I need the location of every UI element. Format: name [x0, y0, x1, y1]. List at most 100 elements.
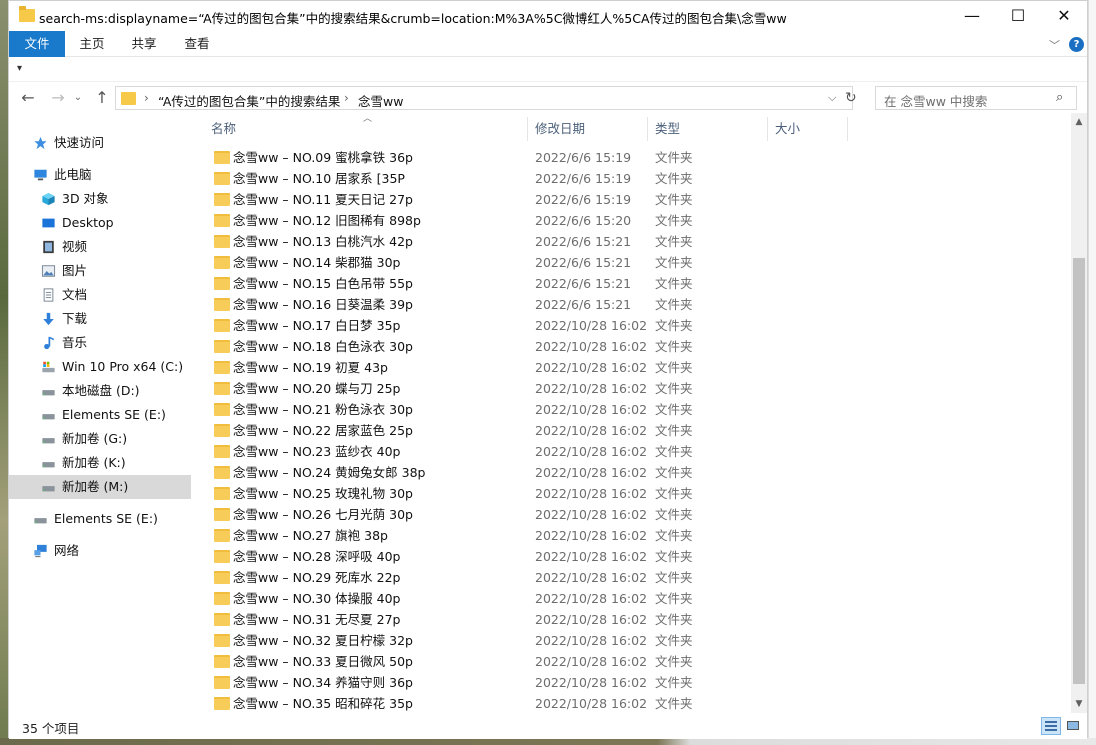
sidebar-item-drive-g[interactable]: 新加卷 (G:)	[9, 427, 191, 451]
file-row[interactable]: 念雪ww – NO.35 昭和碎花 35p 2022/10/28 16:02 文件夹	[201, 693, 1071, 714]
details-view-icon[interactable]	[1041, 717, 1061, 735]
breadcrumb-separator-icon[interactable]: ›	[144, 91, 149, 105]
up-arrow-icon[interactable]: ↑	[91, 87, 113, 109]
file-row[interactable]: 念雪ww – NO.15 白色吊带 55p 2022/6/6 15:21 文件夹	[201, 273, 1071, 294]
sidebar-item-label: Desktop	[62, 215, 114, 230]
file-row[interactable]: 念雪ww – NO.28 深呼吸 40p 2022/10/28 16:02 文件夹	[201, 546, 1071, 567]
file-row[interactable]: 念雪ww – NO.23 蓝纱衣 40p 2022/10/28 16:02 文件夹	[201, 441, 1071, 462]
recent-locations-chevron-icon[interactable]: ⌄	[71, 87, 85, 109]
file-row[interactable]: 念雪ww – NO.34 养猫守则 36p 2022/10/28 16:02 文件夹	[201, 672, 1071, 693]
column-divider[interactable]	[647, 117, 648, 141]
sidebar-item-drive-m[interactable]: 新加卷 (M:)	[9, 475, 191, 499]
file-row[interactable]: 念雪ww – NO.29 死库水 22p 2022/10/28 16:02 文件夹	[201, 567, 1071, 588]
address-bar[interactable]: › “A传过的图包合集”中的搜索结果 › 念雪ww ⌵	[115, 86, 853, 110]
file-name: 念雪ww – NO.15 白色吊带 55p	[233, 276, 413, 291]
file-row[interactable]: 念雪ww – NO.32 夏日柠檬 32p 2022/10/28 16:02 文件夹	[201, 630, 1071, 651]
breadcrumb-search-results[interactable]: “A传过的图包合集”中的搜索结果	[158, 91, 340, 110]
column-header-name[interactable]: 名称	[211, 113, 527, 143]
file-row[interactable]: 念雪ww – NO.11 夏天日记 27p 2022/6/6 15:19 文件夹	[201, 189, 1071, 210]
search-box[interactable]: 在 念雪ww 中搜索 ⌕	[875, 86, 1077, 110]
file-row[interactable]: 念雪ww – NO.25 玫瑰礼物 30p 2022/10/28 16:02 文件夹	[201, 483, 1071, 504]
column-divider[interactable]	[847, 117, 848, 141]
file-row[interactable]: 念雪ww – NO.33 夏日微风 50p 2022/10/28 16:02 文件夹	[201, 651, 1071, 672]
folder-icon	[214, 508, 230, 521]
folder-icon	[214, 235, 230, 248]
help-icon[interactable]: ?	[1069, 37, 1084, 52]
documents-icon	[43, 288, 54, 302]
file-row[interactable]: 念雪ww – NO.16 日葵温柔 39p 2022/6/6 15:21 文件夹	[201, 294, 1071, 315]
vertical-scrollbar[interactable]: ▲ ▼	[1071, 113, 1087, 713]
file-row[interactable]: 念雪ww – NO.18 白色泳衣 30p 2022/10/28 16:02 文件夹	[201, 336, 1071, 357]
sidebar-item-drive-k[interactable]: 新加卷 (K:)	[9, 451, 191, 475]
refresh-icon[interactable]: ↻	[845, 90, 857, 106]
file-row[interactable]: 念雪ww – NO.31 无尽夏 27p 2022/10/28 16:02 文件夹	[201, 609, 1071, 630]
forward-arrow-icon[interactable]: →	[47, 87, 69, 109]
sidebar-item-elements-se[interactable]: Elements SE (E:)	[9, 507, 191, 531]
sidebar-item-drive-e[interactable]: Elements SE (E:)	[9, 403, 191, 427]
sidebar-item-label: 图片	[62, 263, 88, 278]
window-title: search-ms:displayname=“A传过的图包合集”中的搜索结果&c…	[39, 11, 787, 26]
breadcrumb-separator-icon[interactable]: ›	[344, 91, 349, 105]
file-row[interactable]: 念雪ww – NO.24 黄姆兔女郎 38p 2022/10/28 16:02 文件…	[201, 462, 1071, 483]
file-row[interactable]: 念雪ww – NO.30 体操服 40p 2022/10/28 16:02 文件夹	[201, 588, 1071, 609]
sidebar-item-this-pc[interactable]: 此电脑	[9, 163, 191, 187]
sidebar-item-drive-c[interactable]: Win 10 Pro x64 (C:)	[9, 355, 191, 379]
tab-home[interactable]: 主页	[75, 31, 109, 57]
column-header-type[interactable]: 类型	[655, 113, 767, 143]
file-date: 2022/10/28 16:02	[535, 528, 648, 543]
title-bar[interactable]: search-ms:displayname=“A传过的图包合集”中的搜索结果&c…	[9, 1, 1087, 31]
address-dropdown-icon[interactable]: ⌵	[828, 91, 836, 105]
column-header-date[interactable]: 修改日期	[535, 113, 647, 143]
file-row[interactable]: 念雪ww – NO.12 旧图稀有 898p 2022/6/6 15:20 文件夹	[201, 210, 1071, 231]
large-icons-view-icon[interactable]	[1065, 718, 1081, 734]
file-row[interactable]: 念雪ww – NO.09 蜜桃拿铁 36p 2022/6/6 15:19 文件夹	[201, 147, 1071, 168]
file-row[interactable]: 念雪ww – NO.21 粉色泳衣 30p 2022/10/28 16:02 文件夹	[201, 399, 1071, 420]
search-icon[interactable]: ⌕	[1056, 90, 1063, 105]
scroll-up-arrow-icon[interactable]: ▲	[1071, 113, 1087, 131]
file-date: 2022/6/6 15:21	[535, 255, 632, 270]
close-button[interactable]: ✕	[1041, 1, 1087, 31]
sidebar-item-quick-access[interactable]: 快速访问	[9, 131, 191, 155]
file-row[interactable]: 念雪ww – NO.26 七月光荫 30p 2022/10/28 16:02 文件夹	[201, 504, 1071, 525]
file-row[interactable]: 念雪ww – NO.13 白桃汽水 42p 2022/6/6 15:21 文件夹	[201, 231, 1071, 252]
scroll-down-arrow-icon[interactable]: ▼	[1071, 695, 1087, 713]
column-header-size[interactable]: 大小	[775, 113, 847, 143]
tab-share[interactable]: 共享	[127, 31, 161, 57]
minimize-button[interactable]: —	[949, 1, 995, 31]
file-name: 念雪ww – NO.21 粉色泳衣 30p	[233, 402, 413, 417]
sidebar-item-documents[interactable]: 文档	[9, 283, 191, 307]
sidebar-item-videos[interactable]: 视频	[9, 235, 191, 259]
file-row[interactable]: 念雪ww – NO.19 初夏 43p 2022/10/28 16:02 文件夹	[201, 357, 1071, 378]
file-row[interactable]: 念雪ww – NO.14 柴郡猫 30p 2022/6/6 15:21 文件夹	[201, 252, 1071, 273]
search-input[interactable]: 在 念雪ww 中搜索	[884, 91, 987, 110]
expand-ribbon-chevron-icon[interactable]: ﹀	[1049, 37, 1060, 53]
column-divider[interactable]	[527, 117, 528, 141]
customize-toolbar-icon[interactable]: ▾	[17, 63, 22, 74]
maximize-button[interactable]: ☐	[995, 1, 1041, 31]
tab-view[interactable]: 查看	[180, 31, 214, 57]
file-row[interactable]: 念雪ww – NO.20 蝶与刀 25p 2022/10/28 16:02 文件夹	[201, 378, 1071, 399]
sidebar-item-music[interactable]: 音乐	[9, 331, 191, 355]
scrollbar-thumb[interactable]	[1073, 258, 1085, 684]
sidebar-item-label: 视频	[62, 239, 88, 254]
breadcrumb-current-folder[interactable]: 念雪ww	[358, 91, 403, 110]
sidebar-item-pictures[interactable]: 图片	[9, 259, 191, 283]
back-arrow-icon[interactable]: ←	[17, 87, 39, 109]
quick-access-toolbar: ▾	[9, 58, 1087, 82]
sidebar-item-drive-d[interactable]: 本地磁盘 (D:)	[9, 379, 191, 403]
sidebar-item-downloads[interactable]: 下载	[9, 307, 191, 331]
column-divider[interactable]	[767, 117, 768, 141]
file-row[interactable]: 念雪ww – NO.17 白日梦 35p 2022/10/28 16:02 文件夹	[201, 315, 1071, 336]
file-row[interactable]: 念雪ww – NO.10 居家系 [35P 2022/6/6 15:19 文件夹	[201, 168, 1071, 189]
sidebar-item-desktop[interactable]: Desktop	[9, 211, 191, 235]
file-row[interactable]: 念雪ww – NO.22 居家蓝色 25p 2022/10/28 16:02 文件夹	[201, 420, 1071, 441]
sidebar-item-3d-objects[interactable]: 3D 对象	[9, 187, 191, 211]
file-type: 文件夹	[655, 150, 693, 165]
sidebar-item-label: 新加卷 (M:)	[62, 479, 129, 494]
file-row[interactable]: 念雪ww – NO.27 旗袍 38p 2022/10/28 16:02 文件夹	[201, 525, 1071, 546]
file-name: 念雪ww – NO.29 死库水 22p	[233, 570, 401, 585]
file-type: 文件夹	[655, 696, 693, 711]
tab-file[interactable]: 文件	[9, 31, 65, 57]
folder-icon	[214, 424, 230, 437]
sidebar-item-network[interactable]: 网络	[9, 539, 191, 563]
